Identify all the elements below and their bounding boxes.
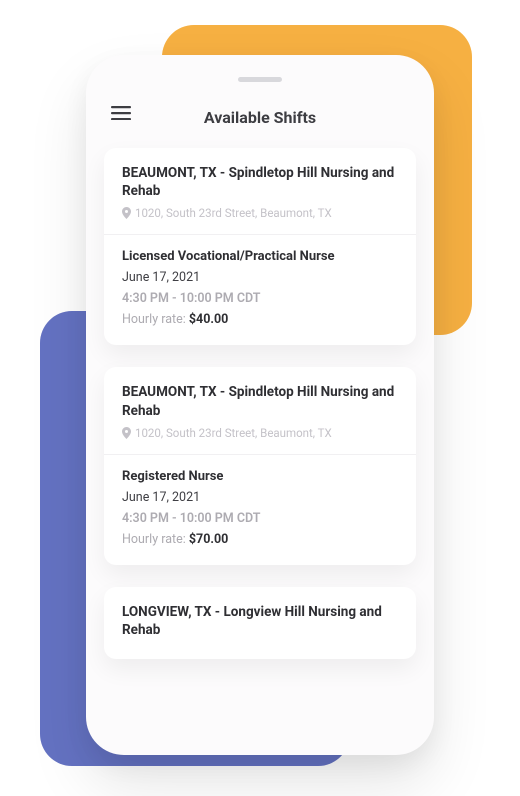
shift-rate-row: Hourly rate: $70.00 bbox=[122, 532, 398, 547]
shift-rate-row: Hourly rate: $40.00 bbox=[122, 312, 398, 327]
shift-list: BEAUMONT, TX - Spindletop Hill Nursing a… bbox=[86, 134, 434, 659]
facility-name: BEAUMONT, TX - Spindletop Hill Nursing a… bbox=[122, 164, 398, 200]
shift-card-body: Licensed Vocational/Practical Nurse June… bbox=[104, 235, 416, 345]
rate-value: $70.00 bbox=[189, 532, 228, 547]
facility-address: 1020, South 23rd Street, Beaumont, TX bbox=[135, 206, 332, 220]
shift-card[interactable]: LONGVIEW, TX - Longview Hill Nursing and… bbox=[104, 587, 416, 659]
shift-date: June 17, 2021 bbox=[122, 270, 398, 285]
shift-card-header: BEAUMONT, TX - Spindletop Hill Nursing a… bbox=[104, 148, 416, 235]
facility-address-row: 1020, South 23rd Street, Beaumont, TX bbox=[122, 426, 398, 440]
shift-time: 4:30 PM - 10:00 PM CDT bbox=[122, 511, 398, 526]
facility-name: BEAUMONT, TX - Spindletop Hill Nursing a… bbox=[122, 383, 398, 419]
location-pin-icon bbox=[122, 207, 131, 219]
rate-label: Hourly rate: bbox=[122, 312, 189, 327]
rate-value: $40.00 bbox=[189, 312, 228, 327]
app-header: Available Shifts bbox=[86, 100, 434, 134]
facility-address-row: 1020, South 23rd Street, Beaumont, TX bbox=[122, 206, 398, 220]
facility-name: LONGVIEW, TX - Longview Hill Nursing and… bbox=[122, 603, 398, 639]
shift-card-header: BEAUMONT, TX - Spindletop Hill Nursing a… bbox=[104, 367, 416, 454]
shift-card-header: LONGVIEW, TX - Longview Hill Nursing and… bbox=[104, 587, 416, 659]
shift-role: Registered Nurse bbox=[122, 469, 398, 484]
facility-address: 1020, South 23rd Street, Beaumont, TX bbox=[135, 426, 332, 440]
shift-card[interactable]: BEAUMONT, TX - Spindletop Hill Nursing a… bbox=[104, 148, 416, 345]
phone-speaker bbox=[238, 77, 282, 82]
location-pin-icon bbox=[122, 427, 131, 439]
shift-time: 4:30 PM - 10:00 PM CDT bbox=[122, 291, 398, 306]
rate-label: Hourly rate: bbox=[122, 532, 189, 547]
shift-role: Licensed Vocational/Practical Nurse bbox=[122, 249, 398, 264]
shift-card-body: Registered Nurse June 17, 2021 4:30 PM -… bbox=[104, 455, 416, 565]
menu-button[interactable] bbox=[110, 102, 132, 124]
page-title: Available Shifts bbox=[204, 108, 316, 127]
hamburger-icon bbox=[111, 106, 131, 120]
shift-card[interactable]: BEAUMONT, TX - Spindletop Hill Nursing a… bbox=[104, 367, 416, 564]
shift-date: June 17, 2021 bbox=[122, 490, 398, 505]
phone-frame: Available Shifts BEAUMONT, TX - Spindlet… bbox=[86, 55, 434, 755]
